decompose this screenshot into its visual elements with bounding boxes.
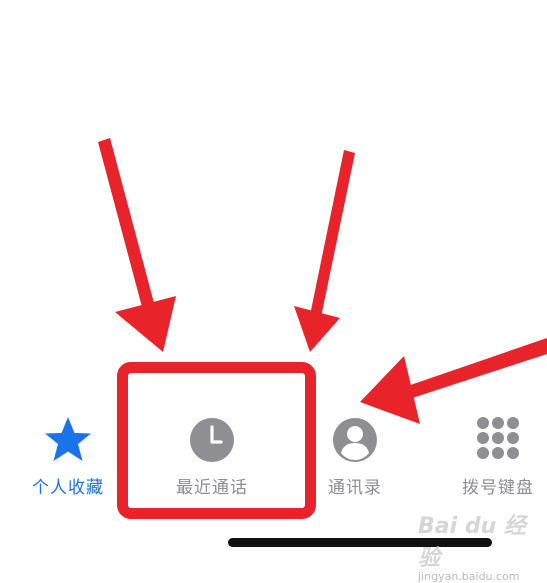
annotation-arrow-middle (294, 150, 355, 352)
watermark-url: jingyan.baidu.com (418, 570, 520, 583)
phone-app-screen: 个人收藏 最近通话 通讯录 拨号键盘 Bai du 经验 jingyan.bai… (0, 0, 547, 583)
annotation-arrows (98, 138, 547, 424)
baidu-watermark: Bai du 经验 jingyan.baidu.com (418, 508, 538, 583)
annotation-arrow-right (360, 338, 547, 424)
watermark-logo: Bai du 经验 (418, 514, 526, 571)
annotation-arrow-left (98, 138, 176, 352)
